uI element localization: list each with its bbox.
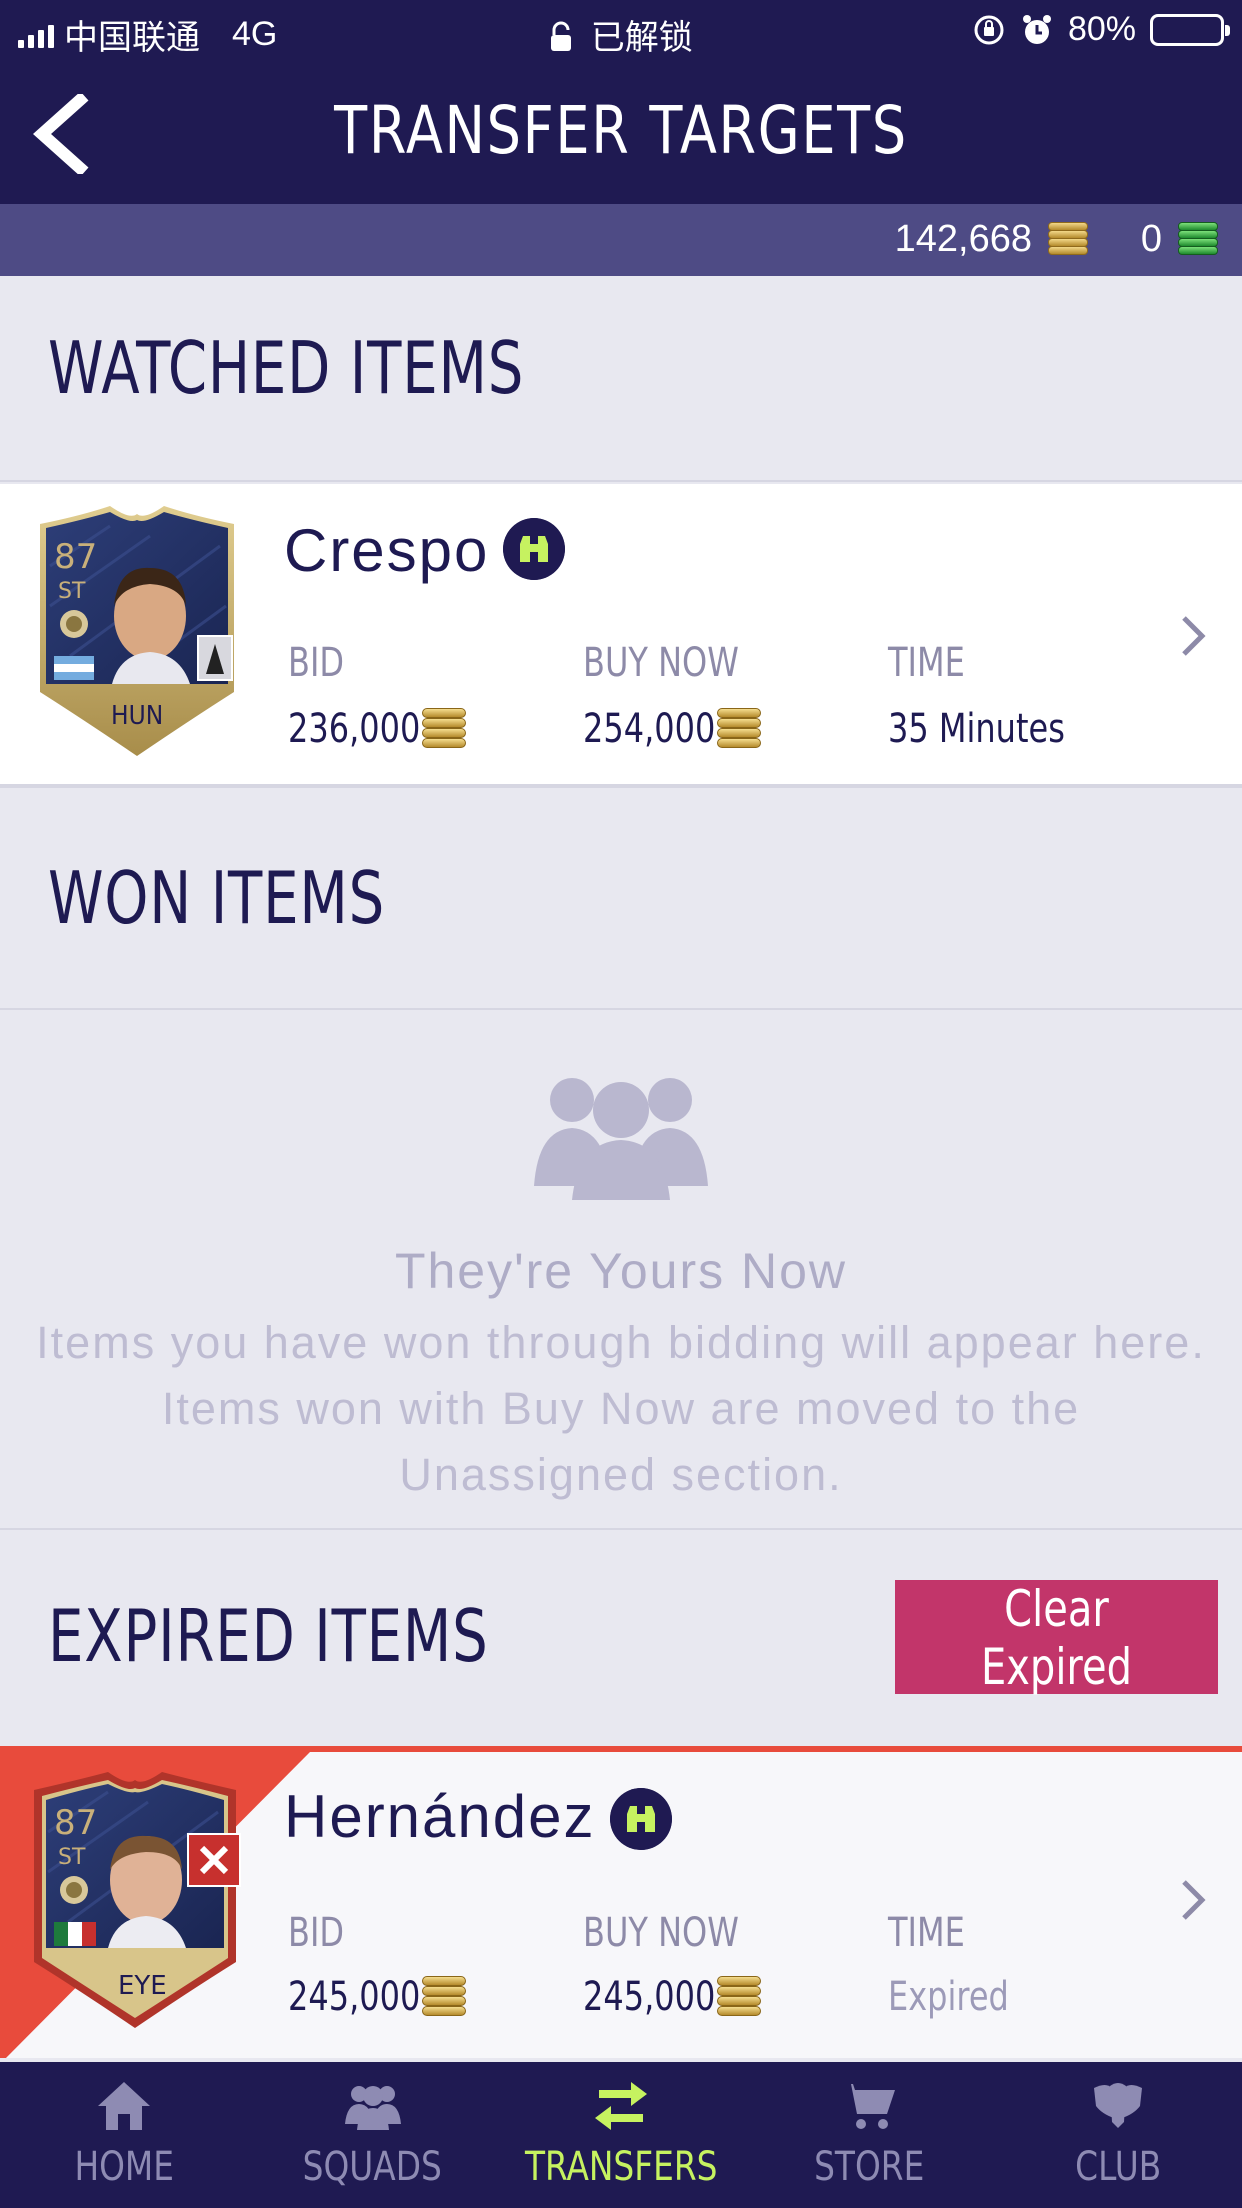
coins-balance: 142,668 [894, 218, 1032, 260]
coins-icon [717, 708, 763, 750]
page-title: TRANSFER TARGETS [334, 92, 908, 169]
nav-store[interactable]: STORE [745, 2062, 993, 2208]
alarm-icon [1022, 14, 1051, 44]
bottom-nav: HOME SQUADS TRANSFERS STORE CLUB [0, 2062, 1242, 2208]
nav-club[interactable]: CLUB [994, 2062, 1242, 2208]
lock-status: 已解锁 [590, 19, 693, 57]
time-label: TIME [888, 640, 965, 686]
chevron-right-icon [1182, 616, 1206, 656]
buy-now-label: BUY NOW [583, 1910, 739, 1956]
won-items-empty-state: They're Yours Now Items you have won thr… [0, 1010, 1242, 1530]
svg-text:EYE: EYE [118, 1971, 167, 2001]
watched-item-row[interactable]: 87 ST HUN Crespo BID 236,000 BUY NOW 254… [0, 484, 1242, 788]
player-card-crespo: 87 ST HUN [40, 506, 234, 756]
group-icon [534, 1078, 708, 1200]
header: TRANSFER TARGETS [0, 62, 1242, 204]
section-title: WATCHED ITEMS [48, 326, 525, 410]
bid-value: 236,000 [288, 706, 421, 752]
clear-expired-button[interactable]: Clear Expired [895, 1580, 1218, 1696]
svg-text:ST: ST [58, 579, 86, 604]
coins-icon [422, 708, 468, 750]
club-icon [1093, 2083, 1142, 2128]
coins-icon [1048, 222, 1090, 258]
time-label: TIME [888, 1910, 965, 1956]
nav-label: HOME [74, 2144, 174, 2190]
currency-bar: 142,668 0 [0, 204, 1242, 276]
points-balance: 0 [1140, 218, 1162, 260]
clear-expired-label: Clear Expired [980, 1580, 1133, 1696]
home-icon [98, 2082, 151, 2130]
expired-item-row[interactable]: 87 ST EYE Hernández BID 245,000 BUY NOW … [0, 1746, 1242, 2058]
coins-icon [717, 1976, 763, 2018]
player-name: Crespo [284, 517, 490, 584]
chevron-right-icon [1182, 1880, 1206, 1920]
nav-label: TRANSFERS [524, 2144, 718, 2190]
orientation-lock-icon [974, 15, 1004, 44]
battery-icon [1150, 13, 1230, 46]
svg-text:87: 87 [54, 537, 97, 577]
empty-state-title: They're Yours Now [394, 1243, 848, 1299]
transfers-icon [595, 2082, 648, 2130]
nav-label: SQUADS [303, 2144, 443, 2190]
nav-label: CLUB [1074, 2144, 1161, 2190]
time-value: Expired [888, 1974, 1009, 2020]
svg-text:HUN: HUN [111, 700, 163, 730]
svg-text:87: 87 [54, 1803, 97, 1843]
bid-label: BID [288, 640, 345, 686]
buy-now-label: BUY NOW [583, 640, 739, 686]
empty-state-message: Items you have won through bidding will … [36, 1317, 1206, 1500]
lock-icon [551, 21, 572, 51]
buy-now-value: 245,000 [583, 1974, 716, 2020]
squads-icon [344, 2086, 401, 2130]
watched-items-header: WATCHED ITEMS [0, 276, 1242, 482]
section-title: EXPIRED ITEMS [48, 1594, 489, 1678]
bid-label: BID [288, 1910, 345, 1956]
fifa-points-icon [1178, 222, 1220, 258]
binoculars-icon[interactable] [610, 1788, 672, 1850]
coins-icon [422, 1976, 468, 2018]
nav-home[interactable]: HOME [0, 2062, 248, 2208]
won-items-header: WON ITEMS [0, 792, 1242, 1010]
section-title: WON ITEMS [48, 856, 386, 940]
time-value: 35 Minutes [888, 706, 1065, 752]
cart-icon [841, 2084, 896, 2129]
svg-text:ST: ST [58, 1845, 86, 1870]
player-name: Hernández [284, 1783, 596, 1850]
buy-now-value: 254,000 [583, 706, 716, 752]
nav-squads[interactable]: SQUADS [248, 2062, 496, 2208]
nav-transfers[interactable]: TRANSFERS [497, 2062, 745, 2208]
bid-value: 245,000 [288, 1974, 421, 2020]
nav-label: STORE [814, 2144, 925, 2190]
status-bar: 中国联通 4G 已解锁 80% [0, 0, 1242, 62]
back-button[interactable] [28, 94, 98, 174]
player-card-hernandez: 87 ST EYE [34, 1772, 241, 2028]
binoculars-icon[interactable] [503, 518, 565, 580]
battery-percent: 80% [1067, 10, 1136, 48]
